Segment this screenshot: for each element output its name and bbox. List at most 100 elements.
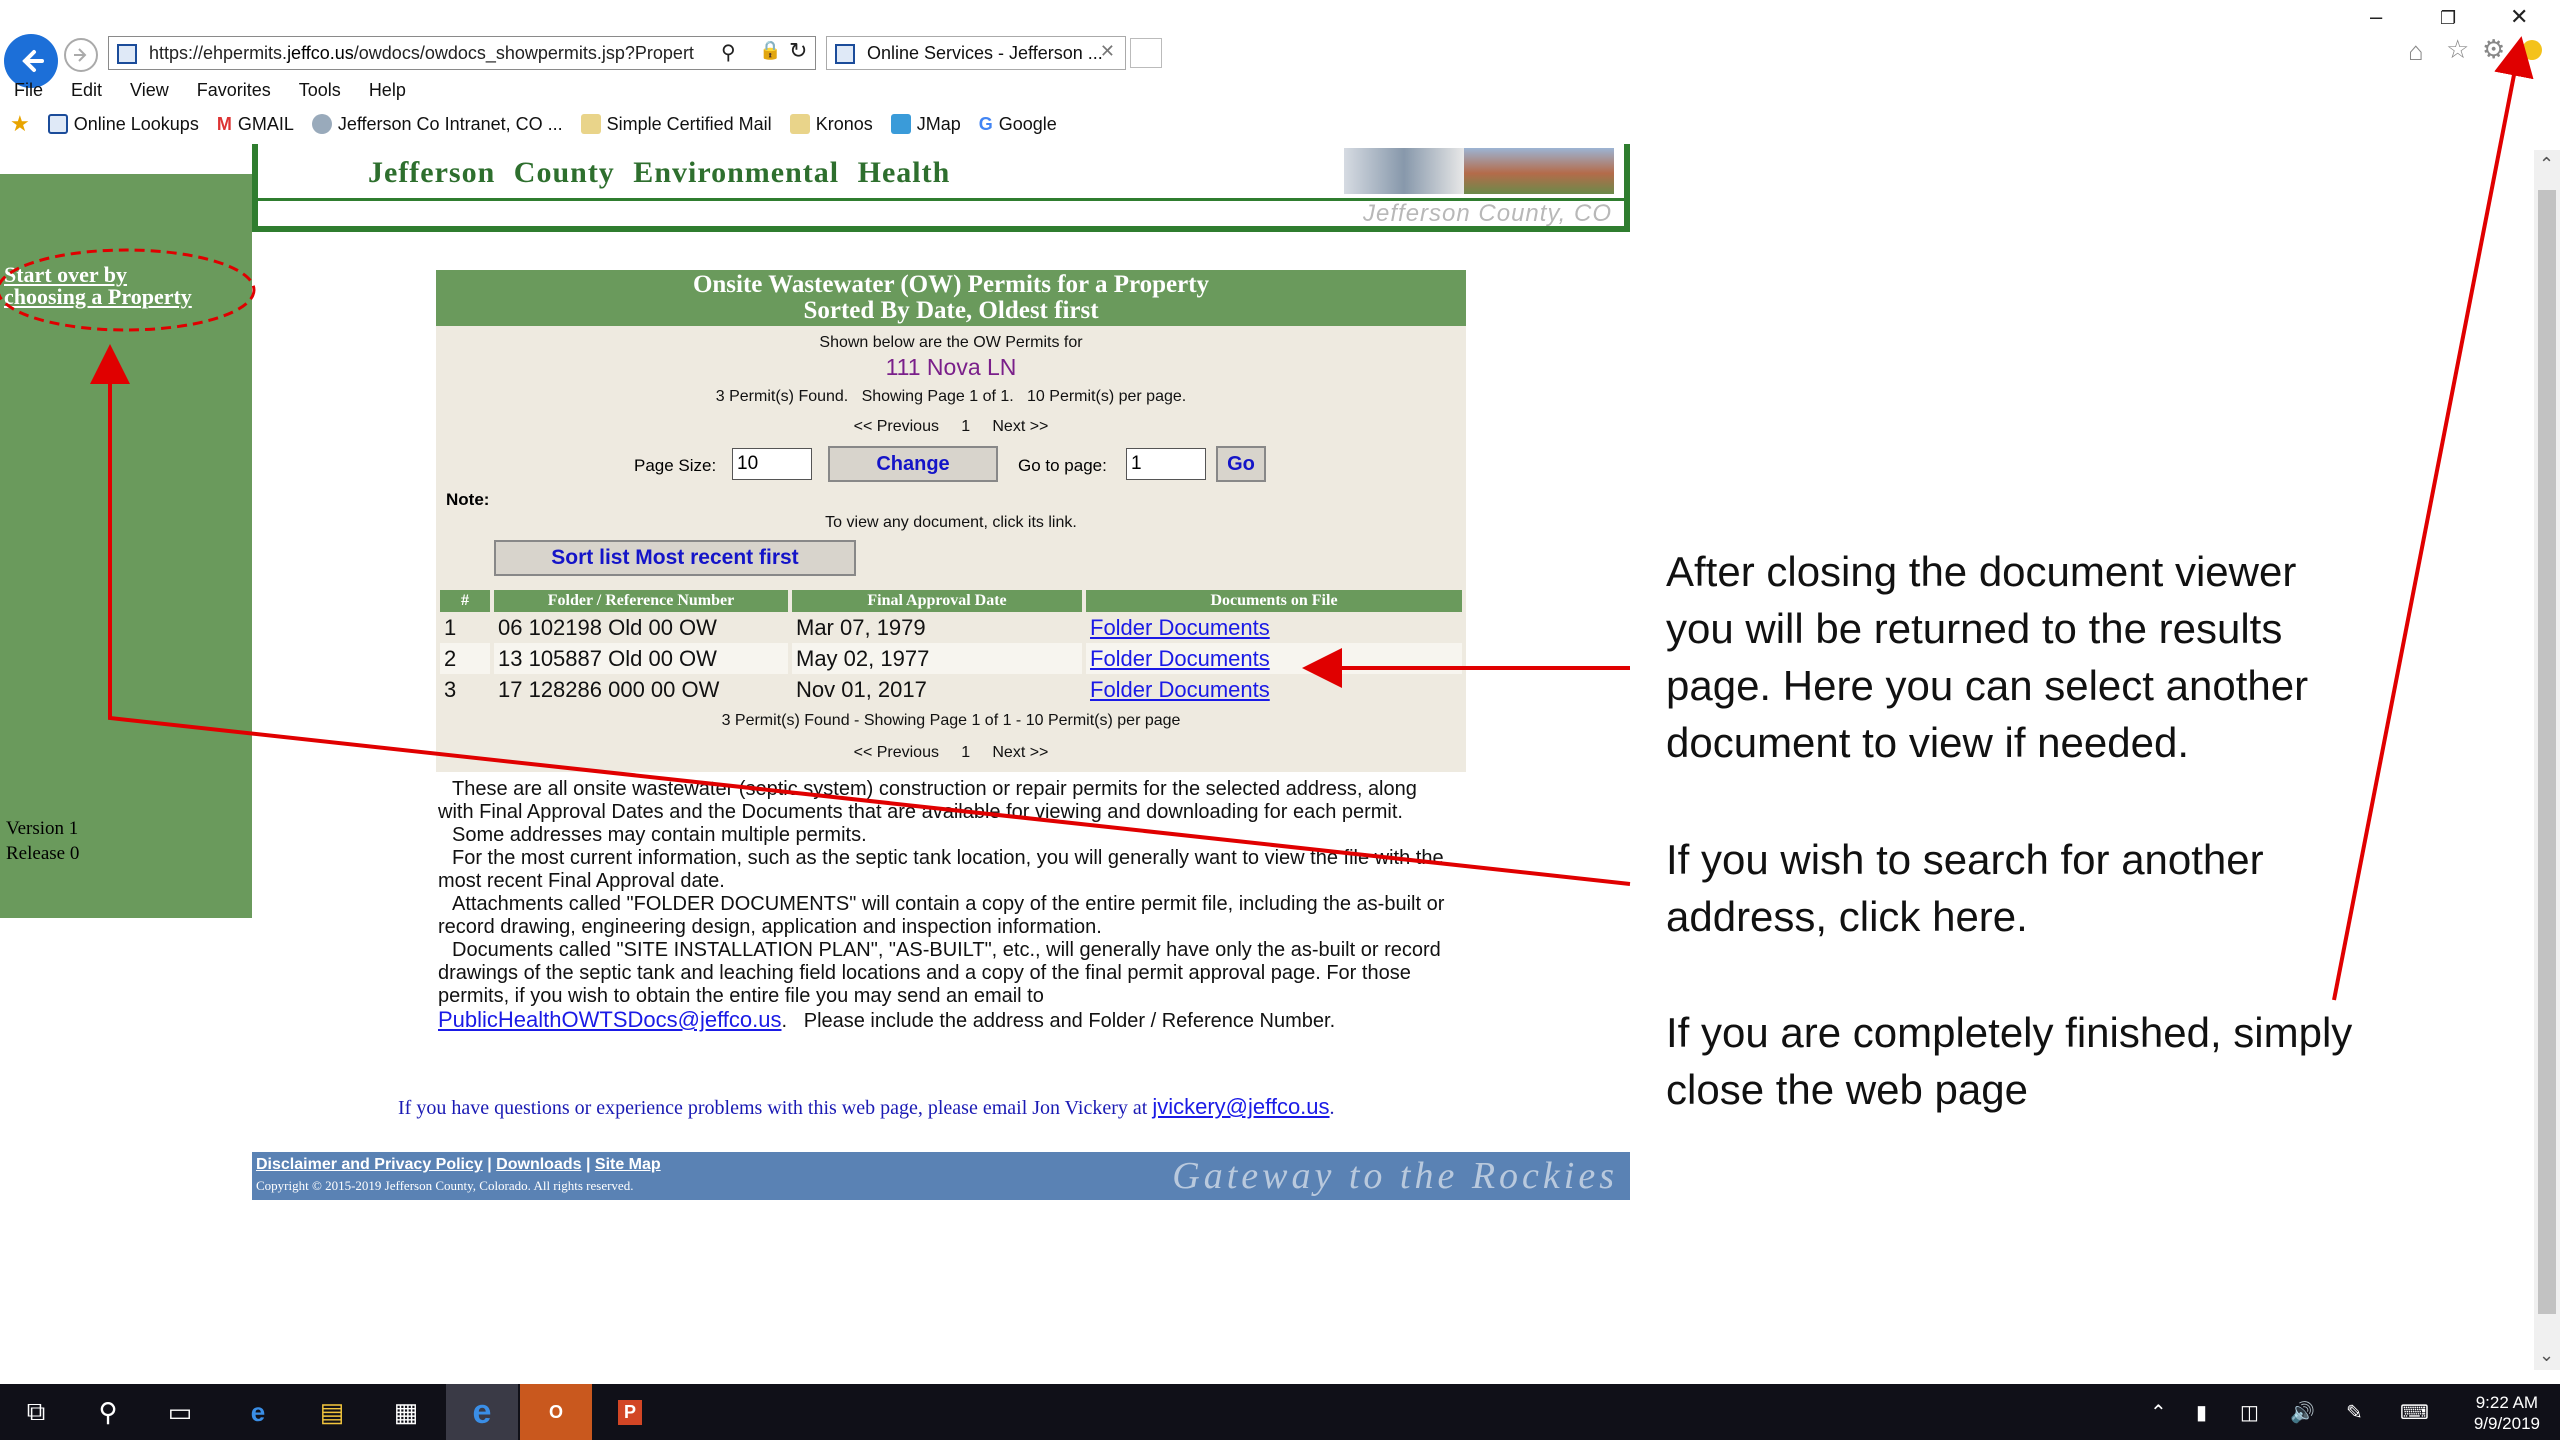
address-bar[interactable]: https://ehpermits. jeffco.us/owdocs/owdoc… [108, 36, 816, 70]
fav-certified-mail[interactable]: Simple Certified Mail [580, 114, 772, 135]
pager-bottom: << Previous 1 Next >> [436, 744, 1466, 762]
callout-line: page. Here you can select another [1666, 662, 2309, 709]
battery-icon[interactable]: ▮ [2196, 1400, 2207, 1425]
owts-docs-email-link[interactable]: PublicHealthOWTSDocs@jeffco.us [438, 1007, 782, 1032]
page-scrollbar[interactable]: ⌃ ⌄ [2534, 150, 2560, 1370]
tab-favicon-icon [835, 44, 855, 64]
internet-explorer-icon[interactable]: e [446, 1384, 518, 1440]
table-header-row: # Folder / Reference Number Final Approv… [440, 590, 1462, 612]
fav-kronos[interactable]: Kronos [789, 113, 873, 135]
start-over-line2: choosing a Property [4, 284, 192, 309]
clock-date: 9/9/2019 [2473, 1414, 2540, 1433]
release-label: Release 0 [6, 843, 80, 864]
search-icon[interactable]: ⚲ [721, 40, 736, 65]
pager-page[interactable]: 1 [961, 418, 970, 435]
note-paragraph: Documents called "SITE INSTALLATION PLAN… [438, 939, 1446, 1033]
copyright: Copyright © 2015-2019 Jefferson County, … [256, 1178, 634, 1193]
site-map-link[interactable]: Site Map [595, 1156, 661, 1173]
fav-label: Online Lookups [73, 113, 199, 134]
fav-jmap[interactable]: JMap [890, 114, 961, 135]
minimize-icon[interactable]: – [2370, 4, 2382, 30]
fav-label: Jefferson Co Intranet, CO ... [337, 113, 563, 134]
menu-edit[interactable]: Edit [71, 80, 102, 101]
menu-help[interactable]: Help [369, 80, 406, 101]
version-info: Version 1 Release 0 [6, 816, 79, 866]
search-icon[interactable]: ⚲ [72, 1384, 144, 1440]
menu-favorites[interactable]: Favorites [197, 80, 271, 101]
fav-gmail[interactable]: M GMAIL [217, 114, 294, 135]
scroll-up-icon[interactable]: ⌃ [2539, 154, 2554, 175]
note-tail: . Please include the address and Folder … [781, 1010, 1336, 1032]
settings-gear-icon[interactable]: ⚙ [2482, 34, 2505, 65]
row-folder: 13 105887 Old 00 OW [494, 643, 788, 674]
pager-next[interactable]: Next >> [992, 418, 1048, 435]
task-view-icon[interactable]: ▭ [144, 1384, 216, 1440]
smiley-feedback-icon[interactable] [2522, 40, 2542, 60]
row-date: Mar 07, 1979 [796, 614, 926, 640]
col-folder: Folder / Reference Number [494, 590, 788, 612]
new-tab-button[interactable] [1130, 38, 1162, 68]
scroll-down-icon[interactable]: ⌄ [2539, 1345, 2554, 1366]
fav-intranet[interactable]: Jefferson Co Intranet, CO ... [311, 113, 563, 135]
contact-email-link[interactable]: jvickery@jeffco.us [1152, 1094, 1329, 1119]
banner-photo-red-rocks [1464, 148, 1614, 194]
refresh-icon[interactable]: ↻ [789, 38, 807, 64]
start-over-link[interactable]: Start over by choosing a Property [4, 264, 192, 308]
lock-icon[interactable]: 🔒 [759, 40, 781, 61]
menu-bar: File Edit View Favorites Tools Help [0, 76, 406, 104]
restore-icon[interactable]: ❐ [2440, 8, 2456, 29]
heading-line1: Onsite Wastewater (OW) Permits for a Pro… [692, 271, 1210, 298]
edge-browser-icon[interactable]: e [222, 1384, 294, 1440]
file-explorer-icon[interactable]: ▤ [296, 1384, 368, 1440]
callout-close-page: If you are completely finished, simply c… [1666, 1004, 2526, 1118]
folder-documents-link[interactable]: Folder Documents [1090, 615, 1270, 640]
favorites-bar-star-icon[interactable]: ★ [10, 111, 30, 137]
folder-documents-link[interactable]: Folder Documents [1090, 677, 1270, 702]
gmail-icon: M [216, 114, 232, 134]
fav-google[interactable]: G Google [979, 114, 1057, 135]
menu-view[interactable]: View [130, 80, 169, 101]
sort-most-recent-button[interactable]: Sort list Most recent first [494, 540, 856, 576]
tray-chevron-icon[interactable]: ⌃ [2150, 1400, 2167, 1425]
site-footer: Disclaimer and Privacy Policy | Download… [252, 1152, 1630, 1200]
folder-documents-link[interactable]: Folder Documents [1090, 646, 1270, 671]
tab-online-services[interactable]: Online Services - Jefferson ... ✕ [826, 36, 1126, 70]
note-paragraph: Some addresses may contain multiple perm… [452, 824, 867, 846]
volume-icon[interactable]: 🔊 [2290, 1400, 2315, 1425]
powerpoint-icon[interactable]: P [594, 1384, 666, 1440]
privacy-policy-link[interactable]: Disclaimer and Privacy Policy [256, 1156, 483, 1173]
left-sidebar: Start over by choosing a Property Version… [0, 174, 252, 918]
outlook-icon[interactable]: O [520, 1384, 592, 1440]
keyboard-icon[interactable]: ⌨ [2400, 1400, 2429, 1425]
menu-file[interactable]: File [14, 80, 43, 101]
row-number: 2 [440, 643, 490, 674]
favorites-star-icon[interactable]: ☆ [2446, 34, 2469, 65]
pager-prev[interactable]: << Previous [854, 418, 939, 435]
change-button[interactable]: Change [828, 446, 998, 482]
browser-chrome: https://ehpermits. jeffco.us/owdocs/owdoc… [0, 0, 2560, 145]
network-icon[interactable]: ◫ [2240, 1400, 2259, 1425]
note-paragraph: For the most current information, such a… [438, 847, 1444, 892]
pager-next[interactable]: Next >> [992, 744, 1048, 761]
menu-tools[interactable]: Tools [299, 80, 341, 101]
home-icon[interactable]: ⌂ [2408, 36, 2424, 67]
downloads-link[interactable]: Downloads [496, 1156, 581, 1173]
close-window-icon[interactable]: ✕ [2510, 4, 2528, 30]
start-windows-icon[interactable]: ⧉ [0, 1384, 72, 1440]
forward-button[interactable] [64, 38, 98, 72]
pager-prev[interactable]: << Previous [854, 744, 939, 761]
system-clock[interactable]: 9:22 AM 9/9/2019 [2474, 1392, 2540, 1434]
page-size-input[interactable]: 10 [732, 448, 812, 480]
go-button[interactable]: Go [1216, 446, 1266, 482]
footer-motto: Gateway to the Rockies [1172, 1155, 1618, 1197]
fav-online-lookups[interactable]: Online Lookups [47, 113, 199, 135]
store-icon[interactable]: ▦ [370, 1384, 442, 1440]
pager-page[interactable]: 1 [961, 744, 970, 761]
fav-label: Google [998, 113, 1057, 134]
scroll-thumb[interactable] [2538, 190, 2556, 1314]
tab-close-icon[interactable]: ✕ [1100, 41, 1115, 62]
callout-line: After closing the document viewer [1666, 548, 2297, 595]
goto-page-input[interactable]: 1 [1126, 448, 1206, 480]
fav-label: Kronos [815, 113, 873, 134]
pen-icon[interactable]: ✎ [2346, 1400, 2363, 1425]
